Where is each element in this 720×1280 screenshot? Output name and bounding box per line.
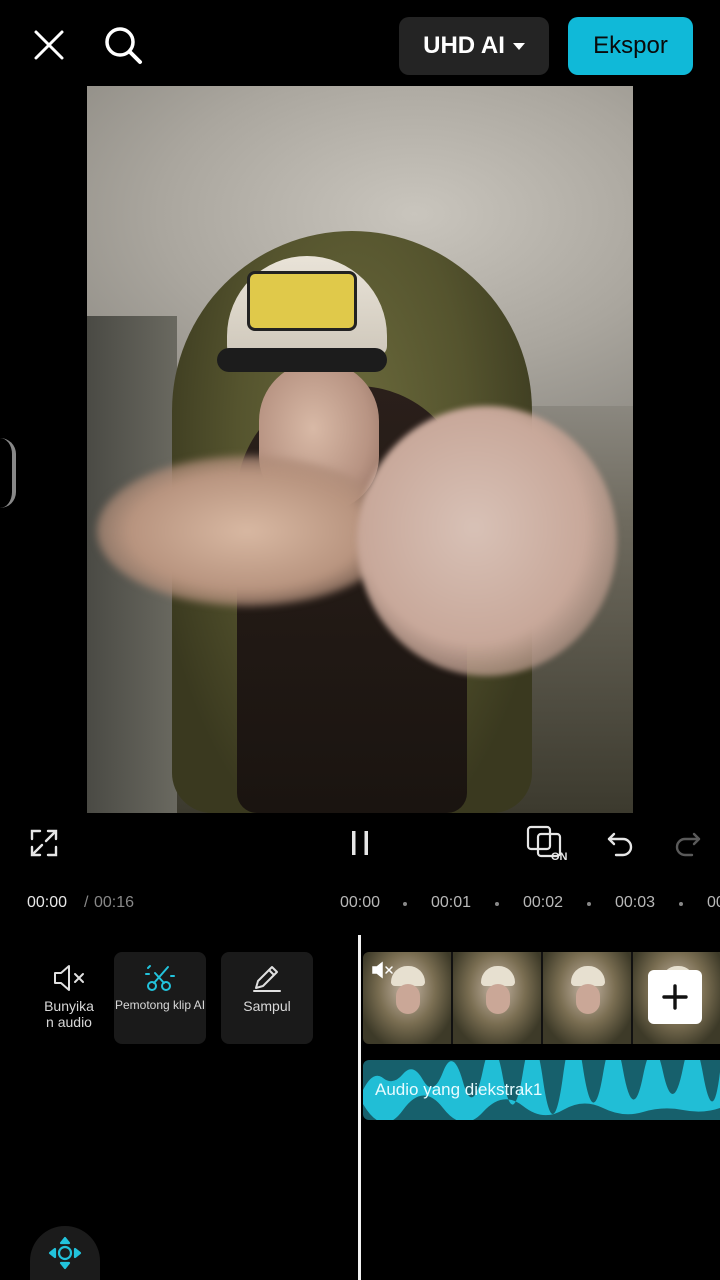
muted-clip-icon (371, 960, 395, 985)
keyframe-move-icon[interactable] (30, 1226, 100, 1280)
plus-icon (662, 984, 688, 1010)
tool-label: Sampul (243, 998, 291, 1014)
ruler-dot (495, 902, 499, 906)
ruler-tick: 00:01 (431, 894, 472, 911)
close-icon[interactable] (26, 22, 72, 68)
search-icon[interactable] (100, 22, 146, 68)
clip-tools: Bunyika n audio Pemotong klip AI Sampul (0, 940, 330, 1050)
pause-icon[interactable] (340, 822, 380, 864)
video-preview[interactable] (87, 86, 633, 813)
ai-clip-cutter-button[interactable]: Pemotong klip AI (114, 952, 206, 1044)
clip-thumbnail (543, 952, 633, 1044)
tool-label: Bunyika n audio (44, 998, 94, 1030)
cover-button[interactable]: Sampul (221, 952, 313, 1044)
side-handle[interactable] (0, 438, 16, 508)
ruler-dot (679, 902, 683, 906)
current-time: 00:00 (27, 894, 68, 911)
speaker-mute-icon (54, 965, 84, 991)
ruler-tick: 00:02 (523, 894, 564, 911)
keyframe-on-icon[interactable]: ON (524, 822, 570, 864)
redo-icon[interactable] (668, 822, 708, 864)
add-clip-button[interactable] (648, 970, 702, 1024)
video-fist-blur (357, 406, 617, 676)
caret-down-icon (512, 42, 525, 50)
tool-label: Pemotong klip AI (114, 998, 206, 1012)
video-preview-area (0, 86, 720, 814)
quality-label: UHD AI (423, 32, 505, 59)
total-duration: 00:16 (94, 894, 135, 911)
export-button[interactable]: Ekspor (568, 17, 693, 75)
clip-thumbnail (453, 952, 543, 1044)
audio-track-label: Audio yang diekstrak1 (375, 1080, 543, 1099)
ai-scissors-icon (145, 965, 175, 991)
ruler-tick: 00:03 (615, 894, 656, 911)
playback-controls: ON (0, 814, 720, 874)
ruler-tick: 00:00 (340, 894, 381, 911)
undo-icon[interactable] (600, 822, 640, 864)
video-hand-blur (97, 456, 397, 606)
ruler-tick: 00 (707, 894, 720, 911)
audio-track[interactable]: Audio yang diekstrak1 (363, 1060, 720, 1120)
time-separator: / (84, 894, 89, 911)
unmute-audio-button[interactable]: Bunyika n audio (23, 952, 115, 1044)
svg-text:ON: ON (551, 851, 568, 862)
top-bar: UHD AI Ekspor (0, 0, 720, 90)
video-cap-patch (247, 271, 357, 331)
ruler-dot (403, 902, 407, 906)
quality-dropdown[interactable]: UHD AI (399, 17, 549, 75)
time-ruler: 00:00 / 00:16 00:00 00:01 00:02 00:03 00 (0, 886, 720, 922)
fullscreen-icon[interactable] (24, 822, 64, 864)
playhead[interactable] (358, 935, 361, 1280)
video-cap-brim (217, 348, 387, 372)
pencil-icon (253, 966, 281, 992)
ruler-dot (587, 902, 591, 906)
